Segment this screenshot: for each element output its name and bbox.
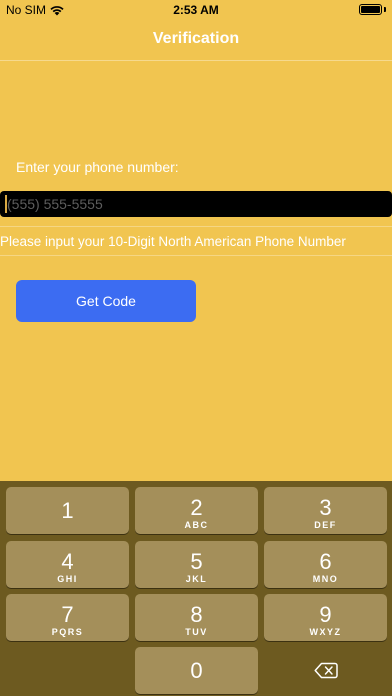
- nav-divider: [0, 60, 392, 61]
- key-0[interactable]: 0: [135, 647, 258, 694]
- backspace-icon: [313, 662, 338, 679]
- key-4[interactable]: 4 GHI: [6, 541, 129, 588]
- key-digit: 2: [190, 495, 203, 520]
- get-code-button[interactable]: Get Code: [16, 280, 196, 322]
- input-divider: [0, 226, 392, 227]
- key-3[interactable]: 3 DEF: [264, 487, 387, 534]
- key-letters: WXYZ: [309, 627, 342, 637]
- battery-icon: [359, 4, 382, 15]
- key-digit: 0: [190, 658, 203, 683]
- key-digit: 4: [61, 549, 74, 574]
- helper-text: Please input your 10-Digit North America…: [0, 234, 346, 249]
- key-6[interactable]: 6 MNO: [264, 541, 387, 588]
- phone-label: Enter your phone number:: [16, 159, 179, 175]
- key-digit: 7: [61, 602, 74, 627]
- key-letters: ABC: [184, 520, 209, 530]
- key-letters: DEF: [314, 520, 337, 530]
- battery-tip: [384, 7, 386, 12]
- key-7[interactable]: 7 PQRS: [6, 594, 129, 641]
- status-bar: No SIM 2:53 AM: [0, 0, 392, 20]
- key-5[interactable]: 5 JKL: [135, 541, 258, 588]
- key-digit: 5: [190, 549, 203, 574]
- key-letters: TUV: [185, 627, 208, 637]
- phone-input[interactable]: [0, 191, 392, 217]
- key-letters: JKL: [185, 574, 208, 584]
- key-8[interactable]: 8 TUV: [135, 594, 258, 641]
- page-title: Verification: [152, 30, 240, 47]
- key-digit: 9: [319, 602, 332, 627]
- numeric-keypad: 1 2 ABC 3 DEF 4 GHI 5 JKL 6 MNO 7 PQRS 8…: [0, 481, 392, 696]
- key-9[interactable]: 9 WXYZ: [264, 594, 387, 641]
- helper-divider: [0, 255, 392, 256]
- key-letters: GHI: [57, 574, 78, 584]
- key-letters: MNO: [312, 574, 339, 584]
- status-time: 2:53 AM: [173, 3, 219, 17]
- key-digit: 6: [319, 549, 332, 574]
- key-letters: PQRS: [51, 627, 84, 637]
- delete-key[interactable]: [264, 647, 387, 694]
- key-digit: 8: [190, 602, 203, 627]
- key-digit: 3: [319, 495, 332, 520]
- key-2[interactable]: 2 ABC: [135, 487, 258, 534]
- key-digit: 1: [61, 498, 74, 523]
- text-cursor: [5, 195, 7, 213]
- key-1[interactable]: 1: [6, 487, 129, 534]
